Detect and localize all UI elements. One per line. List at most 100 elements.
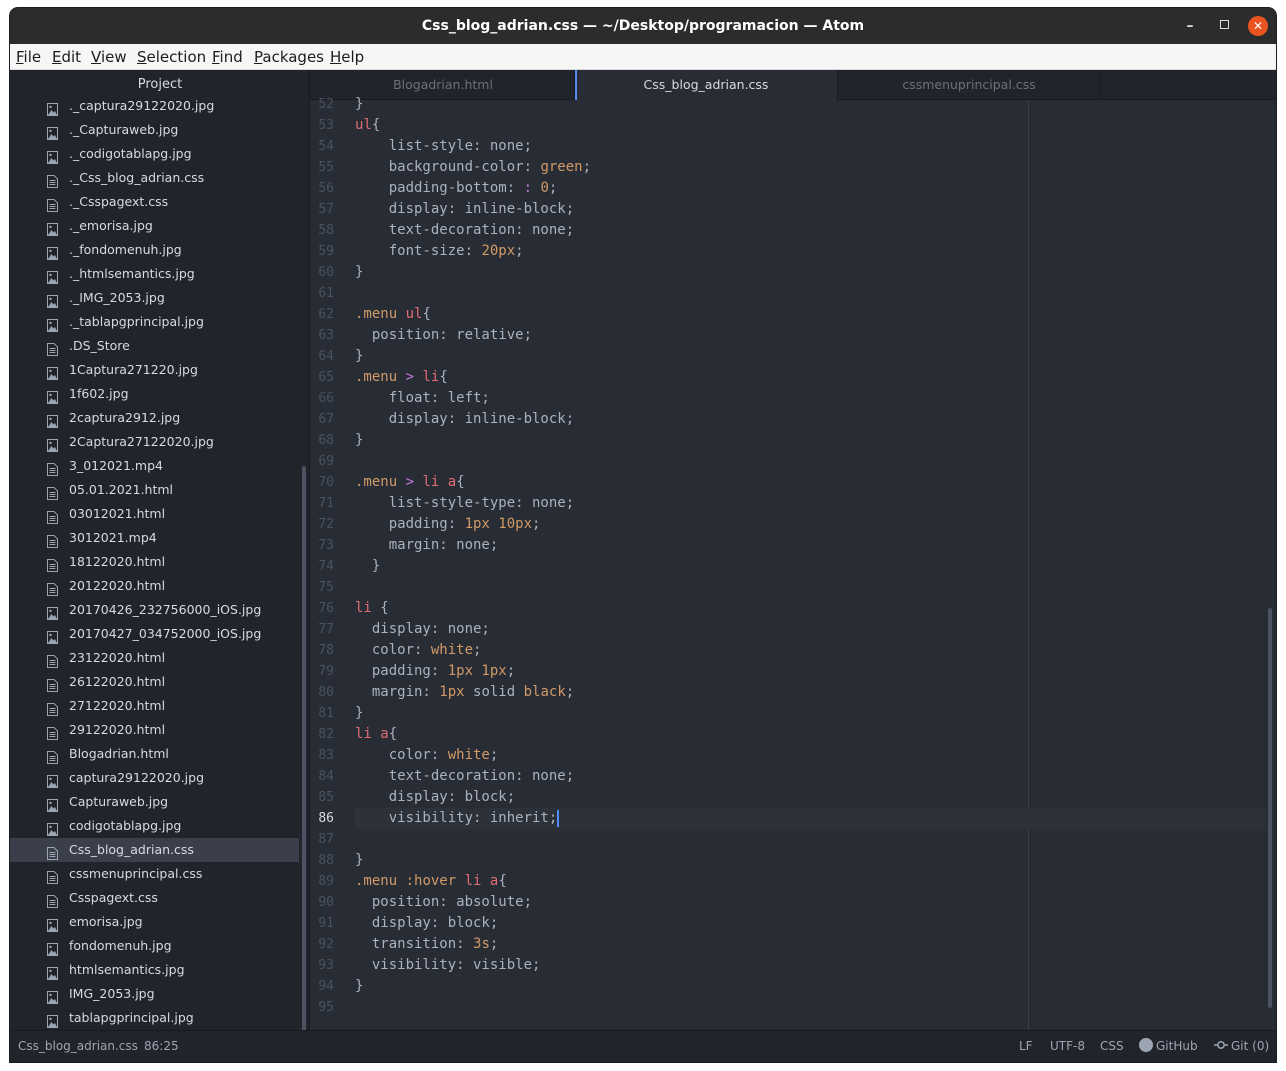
tree-file-item[interactable]: codigotablapg.jpg [10,814,299,838]
tree-file-item[interactable]: IMG_2053.jpg [10,982,299,1006]
code-line[interactable]: text-decoration: none; [355,766,1265,787]
menu-packages[interactable]: Packages [254,48,324,66]
status-encoding[interactable]: UTF-8 [1050,1031,1085,1061]
code-line[interactable]: position: relative; [355,325,1265,346]
code-line[interactable]: } [355,703,1265,724]
tree-file-item[interactable]: ._IMG_2053.jpg [10,286,299,310]
tree-file-list[interactable]: ._captura29122020.jpg ._Capturaweb.jpg ._c… [10,94,310,1030]
menu-selection[interactable]: Selection [137,48,206,66]
tree-file-item[interactable]: .DS_Store [10,334,299,358]
code-line[interactable]: } [355,262,1265,283]
code-line[interactable]: visibility: visible; [355,955,1265,976]
code-line[interactable] [355,577,1265,598]
tree-file-item[interactable]: tablapgprincipal.jpg [10,1006,299,1030]
code-line[interactable]: color: white; [355,745,1265,766]
code-line[interactable] [355,283,1265,304]
code-line[interactable]: list-style-type: none; [355,493,1265,514]
tree-file-item[interactable]: ._emorisa.jpg [10,214,299,238]
tree-file-item[interactable]: Capturaweb.jpg [10,790,299,814]
tree-file-item[interactable]: 27122020.html [10,694,299,718]
tree-file-item[interactable]: 29122020.html [10,718,299,742]
status-git[interactable]: Git (0) [1214,1031,1269,1061]
code-line[interactable]: li { [355,598,1265,619]
code-line[interactable]: } [355,850,1265,871]
tree-file-item[interactable]: ._Css_blog_adrian.css [10,166,299,190]
code-line[interactable]: display: block; [355,787,1265,808]
code-line[interactable]: font-size: 20px; [355,241,1265,262]
menu-help[interactable]: Help [330,48,364,66]
code-line[interactable]: } [355,556,1265,577]
code-line[interactable]: transition: 3s; [355,934,1265,955]
tree-file-item[interactable]: ._tablapgprincipal.jpg [10,310,299,334]
code-line[interactable]: } [355,976,1265,997]
tree-file-item[interactable]: 3_012021.mp4 [10,454,299,478]
code-line[interactable]: display: inline-block; [355,409,1265,430]
code-line[interactable]: display: block; [355,913,1265,934]
status-github[interactable]: GitHub [1139,1031,1198,1061]
code-line[interactable]: padding-bottom: : 0; [355,178,1265,199]
code-line[interactable]: color: white; [355,640,1265,661]
code-line[interactable]: } [355,430,1265,451]
code-line[interactable]: } [355,346,1265,367]
editor-scrollbar[interactable] [1268,608,1272,1008]
code-line[interactable]: list-style: none; [355,136,1265,157]
tree-file-item[interactable]: captura29122020.jpg [10,766,299,790]
code-line[interactable]: position: absolute; [355,892,1265,913]
minimize-button[interactable]: – [1180,16,1200,36]
code-line[interactable]: display: inline-block; [355,199,1265,220]
tree-file-item[interactable]: ._Capturaweb.jpg [10,118,299,142]
code-line[interactable]: .menu ul{ [355,304,1265,325]
tree-file-item[interactable]: 18122020.html [10,550,299,574]
code-line[interactable]: .menu > li a{ [355,472,1265,493]
tree-file-item[interactable]: ._Csspagext.css [10,190,299,214]
tree-file-item[interactable]: emorisa.jpg [10,910,299,934]
tree-file-item[interactable]: Csspagext.css [10,886,299,910]
tree-file-item[interactable]: 03012021.html [10,502,299,526]
tree-file-item[interactable]: ._codigotablapg.jpg [10,142,299,166]
menu-find[interactable]: Find [212,48,243,66]
code-line[interactable]: background-color: green; [355,157,1265,178]
tree-file-item[interactable]: 1f602.jpg [10,382,299,406]
maximize-button[interactable] [1214,16,1234,36]
code-line[interactable]: margin: none; [355,535,1265,556]
code-line[interactable] [355,829,1265,850]
close-button[interactable]: ✕ [1248,16,1268,36]
status-file-name[interactable]: Css_blog_adrian.css [18,1031,138,1061]
tree-file-item[interactable]: htmlsemantics.jpg [10,958,299,982]
tree-file-item[interactable]: 26122020.html [10,670,299,694]
tree-file-item[interactable]: 05.01.2021.html [10,478,299,502]
tree-scrollbar[interactable] [302,466,306,1062]
code-line[interactable]: visibility: inherit; [355,808,1265,829]
code-line[interactable]: float: left; [355,388,1265,409]
menu-edit[interactable]: Edit [52,48,81,66]
tree-file-item[interactable]: 2Captura27122020.jpg [10,430,299,454]
tree-file-item[interactable]: Blogadrian.html [10,742,299,766]
tree-file-item[interactable]: 3012021.mp4 [10,526,299,550]
status-cursor-position[interactable]: 86:25 [144,1031,179,1061]
code-line[interactable]: ul{ [355,115,1265,136]
tree-file-item[interactable]: ._captura29122020.jpg [10,94,299,118]
code-line[interactable]: padding: 1px 1px; [355,661,1265,682]
tree-file-item[interactable]: 20122020.html [10,574,299,598]
tree-file-item[interactable]: 2captura2912.jpg [10,406,299,430]
code-line[interactable]: display: none; [355,619,1265,640]
code-line[interactable]: text-decoration: none; [355,220,1265,241]
code-line[interactable]: .menu :hover li a{ [355,871,1265,892]
tree-file-item[interactable]: 20170426_232756000_iOS.jpg [10,598,299,622]
menu-view[interactable]: View [91,48,127,66]
code-line[interactable] [355,451,1265,472]
tree-file-item[interactable]: 23122020.html [10,646,299,670]
tree-file-item[interactable]: 20170427_034752000_iOS.jpg [10,622,299,646]
code-line[interactable]: li a{ [355,724,1265,745]
tree-file-item[interactable]: fondomenuh.jpg [10,934,299,958]
tree-file-item[interactable]: ._htmlsemantics.jpg [10,262,299,286]
tree-file-item[interactable]: cssmenuprincipal.css [10,862,299,886]
status-grammar[interactable]: CSS [1100,1031,1124,1061]
code-line[interactable]: padding: 1px 10px; [355,514,1265,535]
tree-file-item[interactable]: ._fondomenuh.jpg [10,238,299,262]
code-editor[interactable]: } ul{ list-style: none; background-color:… [355,96,1265,1030]
menu-file[interactable]: File [16,48,41,66]
code-line[interactable] [355,997,1265,1018]
code-line[interactable]: margin: 1px solid black; [355,682,1265,703]
tree-file-item[interactable]: Css_blog_adrian.css [10,838,299,862]
